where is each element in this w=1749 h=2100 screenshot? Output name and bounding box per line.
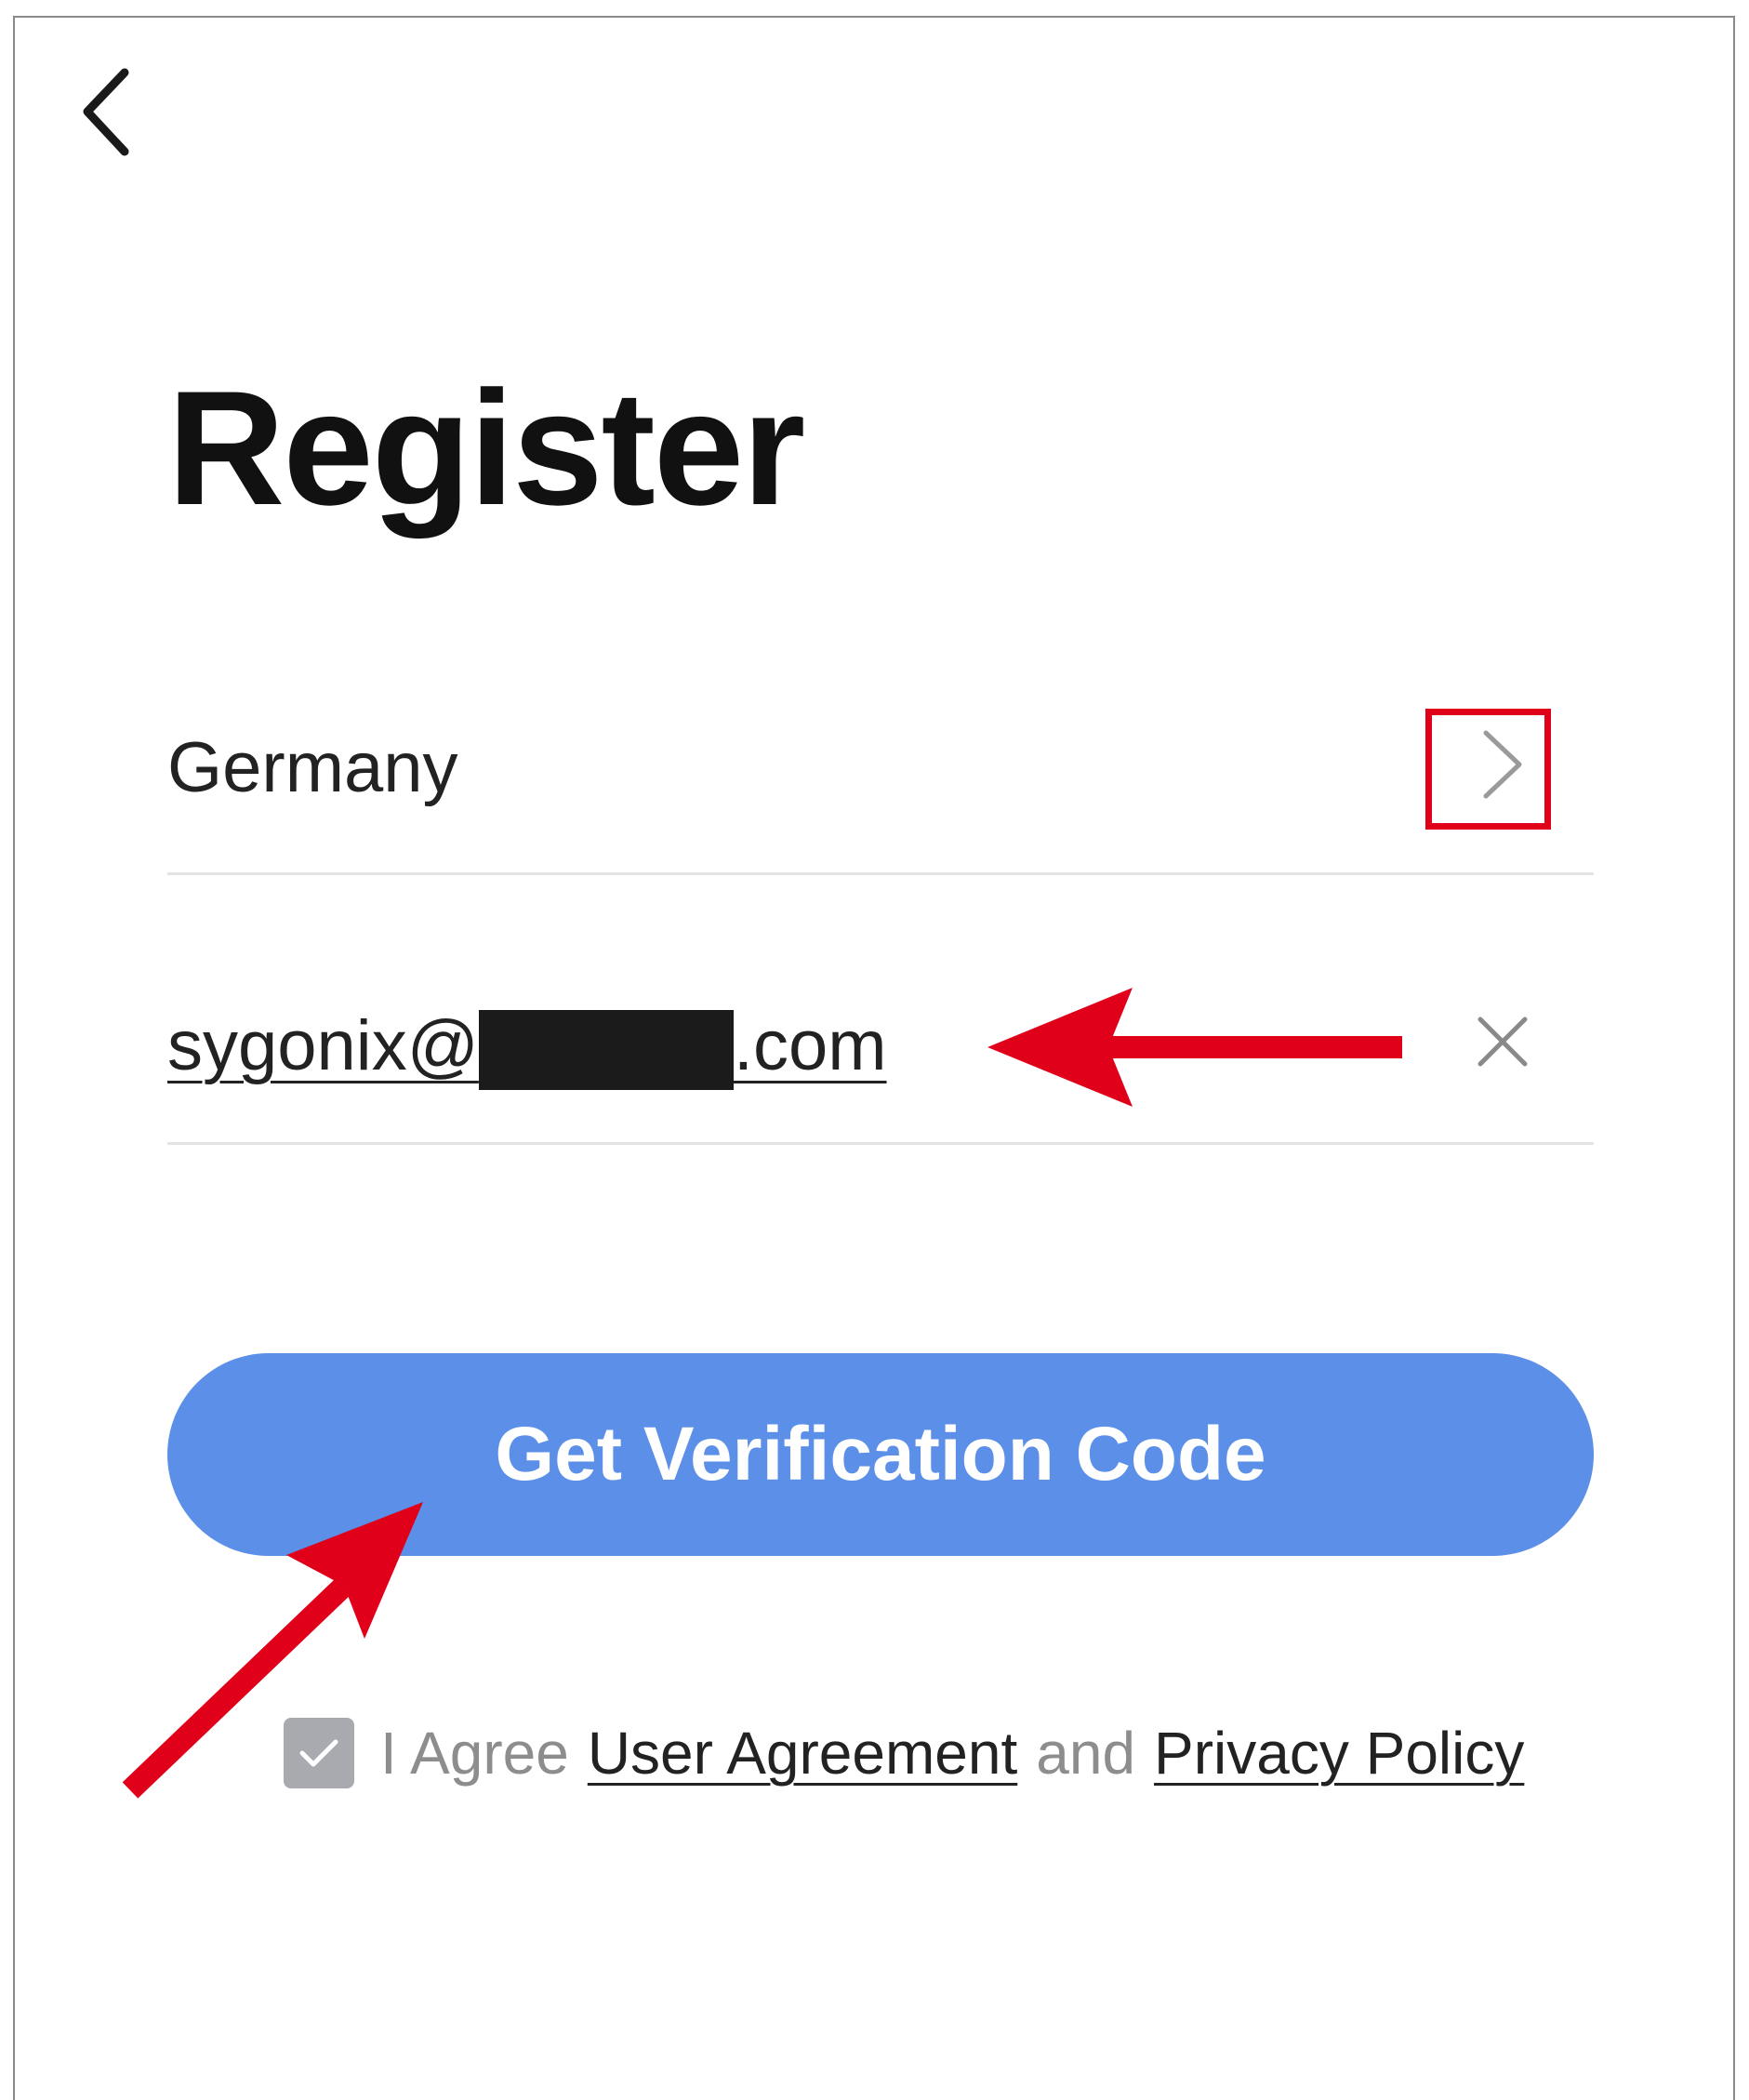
email-field[interactable]: sygonix@ .com — [167, 977, 1594, 1145]
page-title: Register — [167, 358, 805, 539]
get-verification-code-button[interactable]: Get Verification Code — [167, 1353, 1594, 1556]
back-button[interactable] — [76, 63, 141, 161]
checkmark-icon — [299, 1739, 338, 1767]
email-suffix: .com — [733, 1006, 887, 1085]
redaction-block — [478, 1010, 734, 1090]
country-selector[interactable]: Germany — [167, 707, 1594, 875]
chevron-left-icon — [83, 68, 129, 156]
agreement-row: I Agree User Agreement and Privacy Polic… — [284, 1716, 1524, 1790]
country-value: Germany — [167, 728, 458, 807]
email-value[interactable]: sygonix@ .com — [167, 1010, 887, 1090]
highlight-box-country-chevron — [1425, 709, 1551, 830]
privacy-policy-link[interactable]: Privacy Policy — [1154, 1723, 1524, 1783]
agree-prefix: I Agree — [380, 1720, 569, 1787]
email-prefix: sygonix@ — [167, 1006, 479, 1085]
user-agreement-link[interactable]: User Agreement — [588, 1723, 1017, 1783]
agree-checkbox[interactable] — [284, 1718, 354, 1788]
agree-conjunction: and — [1036, 1720, 1136, 1787]
close-icon[interactable] — [1475, 1014, 1530, 1070]
